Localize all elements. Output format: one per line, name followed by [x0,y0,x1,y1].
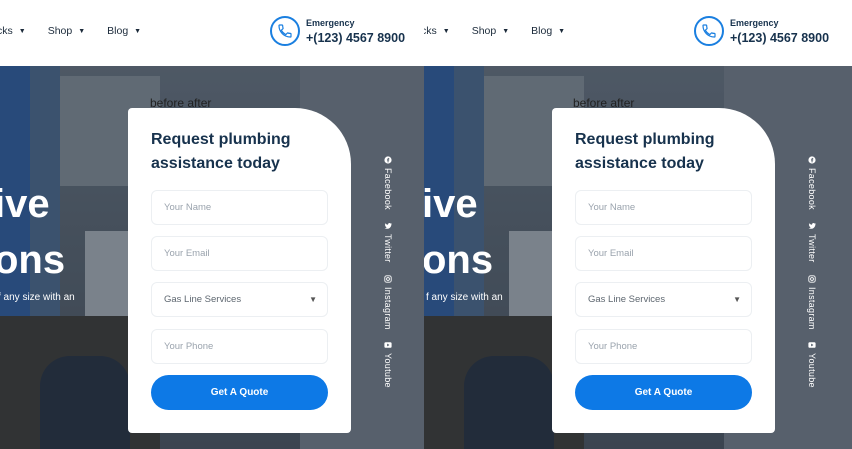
social-youtube[interactable]: Youtube [383,341,393,388]
social-links: Facebook Twitter Instagram Youtube [381,156,395,400]
nav-item-label: Shop [47,25,73,37]
nav-item-label: cks [0,25,13,37]
phone-icon [694,16,724,46]
instagram-icon [808,274,816,283]
social-youtube[interactable]: Youtube [807,341,817,388]
social-label: Twitter [807,233,817,263]
quote-form-card: Request plumbing assistance today Gas Li… [128,108,351,433]
social-label: Twitter [383,233,393,263]
chevron-down-icon: ▼ [18,27,26,35]
service-select[interactable]: Gas Line Services ▼ [151,282,328,317]
twitter-icon [808,222,816,229]
emergency-contact[interactable]: Emergency +(123) 4567 8900 [694,16,829,46]
hero-tagline: f any size with an [426,292,503,303]
nav-item-label: Blog [531,25,553,37]
youtube-icon [808,342,816,349]
site-header: cks ▼ Shop ▼ Blog ▼ Emergency +(123) 4567 8… [0,0,424,66]
social-links: Facebook Twitter Instagram Youtube [805,156,819,400]
site-header: cks ▼ Shop ▼ Blog ▼ Emergency +(123) 4567 8… [424,0,852,66]
hero-heading-line1: ive [424,182,478,226]
nav-item-label: Shop [471,25,497,37]
email-field[interactable] [575,236,752,271]
chevron-down-icon: ▼ [502,27,510,35]
hero-heading-line1: ive [0,182,50,226]
service-select[interactable]: Gas Line Services ▼ [575,282,752,317]
main-nav: cks ▼ Shop ▼ Blog ▼ [424,25,587,37]
social-instagram[interactable]: Instagram [383,274,393,330]
chevron-down-icon: ▼ [442,27,450,35]
main-nav: cks ▼ Shop ▼ Blog ▼ [0,25,163,37]
social-label: Youtube [807,353,817,389]
chevron-down-icon: ▼ [134,27,142,35]
email-input[interactable] [588,248,751,259]
form-title: Request plumbing assistance today [151,131,291,172]
facebook-icon [384,156,392,164]
email-input[interactable] [164,248,327,259]
emergency-contact[interactable]: Emergency +(123) 4567 8900 [270,16,405,46]
chevron-down-icon: ▼ [558,27,566,35]
nav-item-shop[interactable]: Shop ▼ [48,25,85,37]
get-quote-button[interactable]: Get A Quote [575,375,752,410]
phone-field[interactable] [575,329,752,364]
hero-heading-line2: ons [0,238,66,282]
nav-item-blog[interactable]: Blog ▼ [531,25,565,37]
phone-input[interactable] [588,341,751,352]
service-select-value: Gas Line Services [164,294,242,305]
quote-form-card: Request plumbing assistance today Gas Li… [552,108,775,433]
chevron-down-icon: ▼ [733,295,741,304]
nav-item-label: cks [424,25,437,37]
nav-item-label: Blog [107,25,129,37]
hero-heading-line2: ons [424,238,494,282]
social-facebook[interactable]: Facebook [383,156,393,210]
get-quote-button[interactable]: Get A Quote [151,375,328,410]
form-title: Request plumbing assistance today [575,131,715,172]
emergency-number[interactable]: +(123) 4567 8900 [306,31,405,45]
chevron-down-icon: ▼ [309,295,317,304]
name-input[interactable] [588,202,751,213]
social-label: Facebook [383,168,393,210]
phone-icon [270,16,300,46]
instagram-icon [384,274,392,283]
name-field[interactable] [151,190,328,225]
social-label: Instagram [807,286,817,330]
service-select-value: Gas Line Services [588,294,666,305]
phone-input[interactable] [164,341,327,352]
after-pane: cks ▼ Shop ▼ Blog ▼ Emergency +(123) 4567 8… [424,0,852,449]
chevron-down-icon: ▼ [78,27,86,35]
social-twitter[interactable]: Twitter [807,222,817,263]
social-instagram[interactable]: Instagram [807,274,817,330]
before-pane: cks ▼ Shop ▼ Blog ▼ Emergency +(123) 4567 8… [0,0,424,449]
social-facebook[interactable]: Facebook [807,156,817,210]
nav-item-shop[interactable]: Shop ▼ [472,25,509,37]
emergency-label: Emergency [730,17,779,28]
emergency-label: Emergency [306,17,355,28]
nav-item-blocks[interactable]: cks ▼ [424,25,450,37]
social-label: Youtube [383,353,393,389]
name-field[interactable] [575,190,752,225]
nav-item-blog[interactable]: Blog ▼ [107,25,141,37]
hero-tagline: f any size with an [0,292,75,303]
emergency-number[interactable]: +(123) 4567 8900 [730,31,829,45]
social-twitter[interactable]: Twitter [383,222,393,263]
twitter-icon [384,222,392,229]
email-field[interactable] [151,236,328,271]
name-input[interactable] [164,202,327,213]
social-label: Instagram [383,286,393,330]
social-label: Facebook [807,168,817,210]
nav-item-blocks[interactable]: cks ▼ [0,25,26,37]
phone-field[interactable] [151,329,328,364]
facebook-icon [808,156,816,164]
youtube-icon [384,342,392,349]
